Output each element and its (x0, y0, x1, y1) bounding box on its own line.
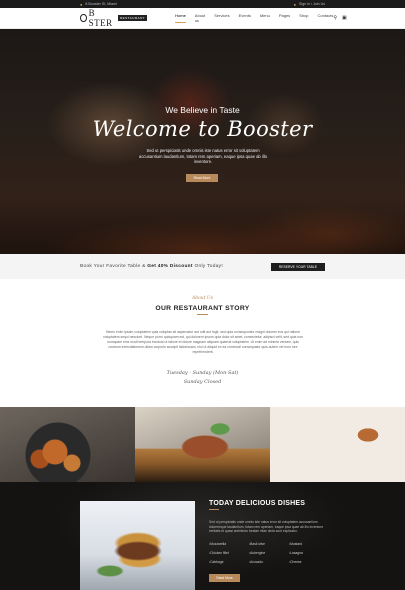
reserve-table-button[interactable]: RESERVE YOUR TABLE (270, 262, 325, 271)
dishes-heading: TODAY DELICIOUS DISHES (209, 500, 306, 507)
top-bar: ● 8 Booster St, Miami ● Sign in / Join U… (0, 0, 405, 8)
header-icons: ⚲ ▣ (333, 15, 346, 21)
site-header: B STER RESTAURANT Home About us Services… (0, 8, 405, 29)
dishes-divider (209, 509, 219, 510)
nav-item-home[interactable]: Home (175, 13, 186, 23)
booking-strip: Book Your Favorite Table & Get 40% Disco… (0, 254, 405, 279)
site-logo[interactable]: B STER RESTAURANT (80, 8, 148, 28)
food-gallery (0, 407, 405, 482)
story-title: OUR RESTAURANT STORY (155, 305, 250, 312)
location-icon: ● (80, 1, 83, 7)
list-item: Lasagna (289, 551, 329, 555)
nav-item-pages[interactable]: Pages (279, 13, 290, 23)
topbar-contact-text: 8 Booster St, Miami (85, 2, 117, 6)
topbar-account[interactable]: ● Sign in / Join Us (294, 2, 325, 7)
dishes-read-more-button[interactable]: Read More (209, 574, 240, 582)
list-item: Cabbage (209, 560, 249, 564)
logo-ring-icon (80, 14, 87, 22)
dishes-text: Sed ut perspiciatis unde omnis iste natu… (209, 520, 324, 533)
hero-banner: We Believe in Taste Welcome to Booster S… (0, 29, 405, 254)
nav-item-contacts[interactable]: Contacts (318, 13, 334, 23)
nav-item-events[interactable]: Events (239, 13, 251, 23)
nav-item-services[interactable]: Services (214, 13, 229, 23)
restaurant-story: About Us OUR RESTAURANT STORY Nemo enim … (0, 279, 405, 407)
story-signature-line1: Tuesday - Sunday (Mon-Sat) (166, 370, 239, 376)
booking-text-suffix: Only Today! (192, 264, 223, 269)
list-item: Avocado (249, 560, 289, 564)
nav-item-shop[interactable]: Shop (299, 13, 308, 23)
hero-text: Sed ut perspiciatis unde omnis iste natu… (138, 148, 268, 165)
main-nav: Home About us Services Events Menu Pages… (175, 13, 333, 23)
nav-item-menu[interactable]: Menu (260, 13, 270, 23)
booking-text: Book Your Favorite Table & Get 40% Disco… (80, 264, 223, 269)
today-dishes: TODAY DELICIOUS DISHES Sed ut perspiciat… (0, 482, 405, 590)
story-divider (197, 314, 208, 315)
hero-read-more-button[interactable]: Read More (186, 174, 218, 182)
list-item: Mozzarella (209, 542, 249, 546)
gallery-image-pan[interactable] (0, 407, 135, 482)
list-item: Chicken fillet (209, 551, 249, 555)
topbar-account-link[interactable]: Sign in / Join Us (299, 2, 325, 6)
dish-burger-image (80, 501, 195, 590)
list-item: Mustard (289, 542, 329, 546)
hero-subtitle: We Believe in Taste (165, 105, 240, 115)
hero-overlay (0, 29, 405, 254)
hero-title: Welcome to Booster (92, 117, 313, 141)
booking-text-prefix: Book Your Favorite Table & (80, 264, 148, 269)
search-icon[interactable]: ⚲ (333, 15, 337, 21)
logo-text: B STER (88, 8, 113, 28)
booking-discount: Get 40% Discount (147, 264, 193, 269)
story-body: Nemo enim ipsam voluptatem quia voluptas… (103, 330, 303, 354)
user-icon: ● (293, 1, 297, 7)
story-signature-line2: Sunday Closed (183, 379, 222, 385)
dishes-ingredient-list: Mozzarella Basil olive Mustard Chicken f… (209, 542, 329, 564)
logo-tag: RESTAURANT (118, 15, 148, 21)
cart-icon[interactable]: ▣ (342, 15, 347, 21)
nav-item-about[interactable]: About us (195, 13, 205, 23)
list-item: Aubergine (249, 551, 289, 555)
story-about-label: About Us (191, 296, 214, 301)
list-item: Cheese (289, 560, 329, 564)
gallery-image-ramekins[interactable] (270, 407, 405, 482)
topbar-contact: ● 8 Booster St, Miami (80, 2, 117, 7)
gallery-image-steak[interactable] (135, 407, 270, 482)
list-item: Basil olive (249, 542, 289, 546)
